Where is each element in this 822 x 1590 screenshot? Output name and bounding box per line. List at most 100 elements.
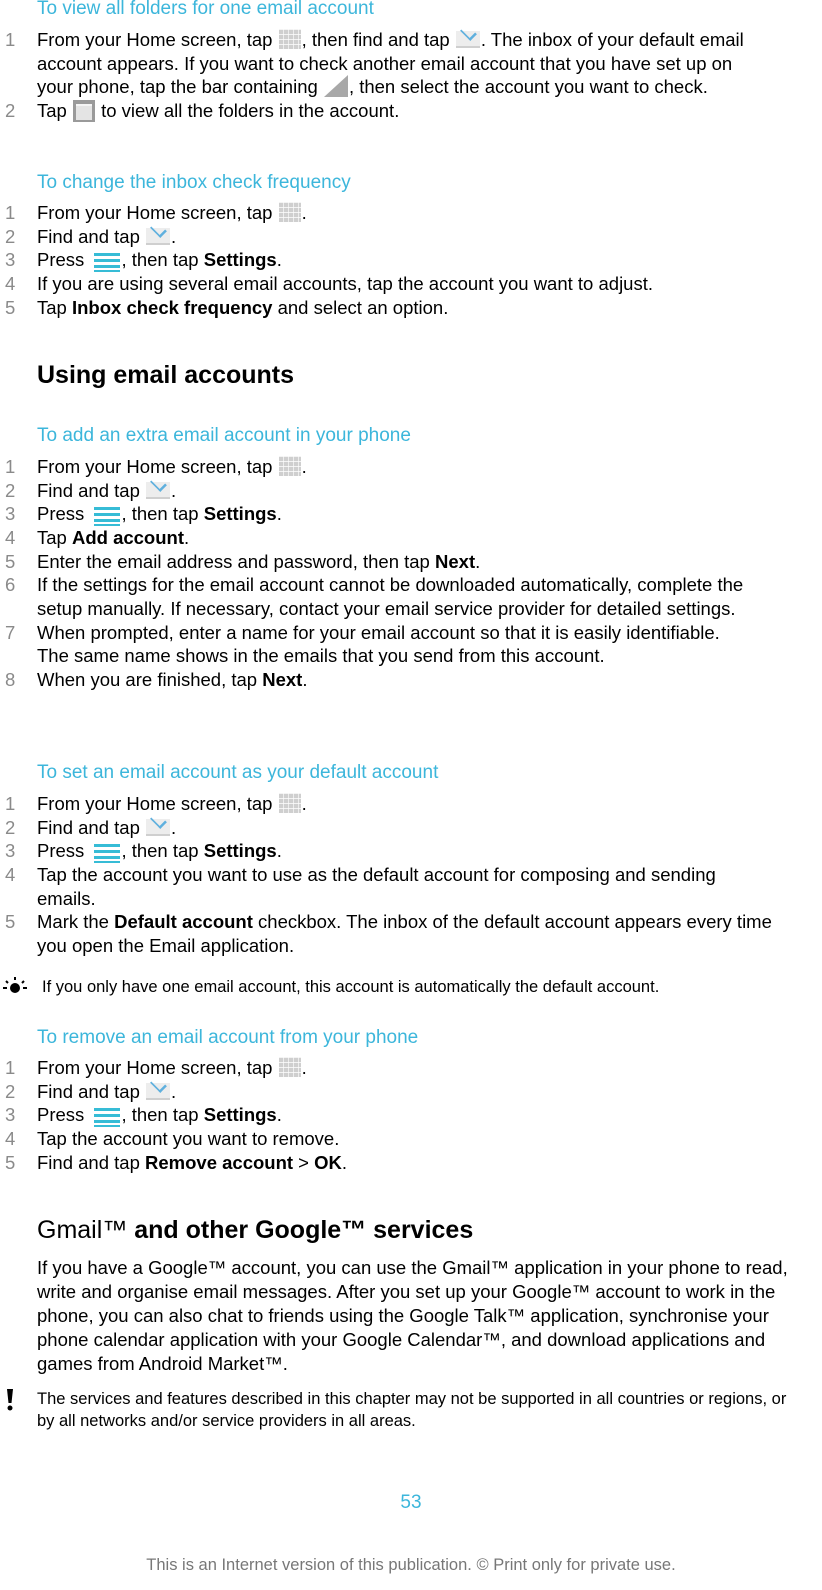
subheading-view-folders: To view all folders for one email accoun… (37, 0, 374, 19)
email-icon (146, 227, 170, 245)
step-number: 1 (5, 202, 16, 223)
step-text: . (301, 1057, 307, 1078)
menu-icon (90, 841, 121, 864)
step: 4 If you are using several email accounts… (0, 272, 777, 296)
step-text: Mark the (37, 911, 115, 933)
step-number: 2 (5, 479, 16, 501)
step-text: , then tap (121, 503, 204, 525)
steps-view-folders: 1 From your Home screen, tap , then find… (0, 28, 822, 122)
step-text: From your Home screen, tap (37, 793, 278, 814)
step-text: . (301, 793, 307, 814)
step-number: 2 (5, 816, 16, 838)
step-text: From your Home screen, tap (37, 1057, 278, 1078)
exclamation-warning-icon (7, 1389, 13, 1411)
step-number: 3 (5, 249, 16, 271)
step: 1 From your Home screen, tap . (0, 1056, 777, 1080)
step: 1 From your Home screen, tap . (0, 455, 777, 479)
apps-grid-icon (278, 1057, 301, 1077)
menu-icon (90, 504, 121, 527)
step: 4 Tap the account you want to use as the … (0, 863, 757, 910)
step-number: 3 (5, 1104, 16, 1126)
step-text: When you are finished, tap (37, 668, 263, 690)
step-text: Press (37, 249, 90, 271)
step-text: . (171, 479, 177, 501)
subheading-default-account: To set an email account as your default … (37, 762, 439, 783)
step-text: . (276, 503, 282, 525)
step: 7 When prompted, enter a name for your em… (0, 621, 737, 668)
warning-text: The services and features described in t… (37, 1390, 787, 1430)
steps-remove-account: 1 From your Home screen, tap . 2 Find and … (0, 1056, 822, 1174)
step-text: Tap (37, 296, 72, 318)
step-text: Press (37, 1104, 90, 1126)
step-number: 4 (5, 527, 16, 549)
step-number: 4 (5, 1128, 16, 1150)
step-text: > (293, 1151, 315, 1173)
step-text: . (184, 527, 190, 549)
step-text: Enter the email address and password, th… (37, 550, 435, 572)
step-text: . (276, 1104, 282, 1126)
step: 5 Find and tap Remove account > OK. (0, 1151, 777, 1175)
apps-grid-icon (278, 793, 301, 813)
step-number: 7 (5, 621, 16, 643)
subheading-add-account: To add an extra email account in your ph… (37, 425, 411, 446)
steps-default-account: 1 From your Home screen, tap . 2 Find and … (0, 792, 822, 958)
ui-term: Settings (203, 503, 277, 525)
section-heading-gmail: Gmail™ and other Google™ services (37, 1215, 473, 1245)
ui-term: Settings (203, 840, 277, 862)
step: 1 From your Home screen, tap . (0, 201, 777, 225)
step-text: . (301, 202, 307, 223)
step-text: , then find and tap (301, 29, 455, 50)
ui-term: Next (262, 668, 303, 690)
steps-add-account: 1 From your Home screen, tap . 2 Find and … (0, 455, 822, 691)
step: 5 Tap Inbox check frequency and select an… (0, 296, 777, 320)
step-text: to view all the folders in the account. (95, 99, 400, 121)
step-number: 5 (5, 550, 16, 572)
steps-check-frequency: 1 From your Home screen, tap . 2 Find and … (0, 201, 822, 319)
step-number: 2 (5, 225, 16, 247)
menu-icon (90, 1105, 121, 1128)
step: 3 Press , then tap Settings. (0, 839, 777, 864)
step-number: 2 (5, 1080, 16, 1102)
step: 2 Tap to view all the folders in the acc… (0, 99, 777, 123)
step-number: 1 (5, 456, 16, 477)
step-text: From your Home screen, tap (37, 456, 278, 477)
heading-part: Gmail™ (37, 1216, 128, 1244)
step: 3 Press , then tap Settings. (0, 248, 777, 273)
step-text: Tap (37, 99, 72, 121)
step-text: . (171, 1080, 177, 1102)
step-text: Find and tap (37, 816, 145, 838)
ui-term: Inbox check frequency (71, 296, 273, 318)
step: 6 If the settings for the email account c… (0, 573, 777, 620)
step: 2 Find and tap . (0, 225, 777, 249)
email-icon (146, 818, 170, 836)
step-number: 2 (5, 99, 16, 121)
folder-icon (72, 99, 95, 122)
step-text: . (475, 550, 481, 572)
step-text: Find and tap (37, 1080, 145, 1102)
step-number: 5 (5, 1151, 16, 1173)
apps-grid-icon (278, 202, 301, 222)
ui-term: Settings (203, 249, 277, 271)
step-text: Tap the account you want to remove. (37, 1128, 340, 1150)
step-text: . (276, 840, 282, 862)
step-text: , then tap (121, 249, 204, 271)
ui-term: Next (435, 550, 476, 572)
step: 1 From your Home screen, tap , then find… (0, 28, 772, 99)
ui-term: Add account (71, 527, 184, 549)
step-text: . (302, 668, 308, 690)
step: 2 Find and tap . (0, 1080, 777, 1104)
step-text: Press (37, 840, 90, 862)
step: 2 Find and tap . (0, 479, 777, 503)
step-number: 3 (5, 503, 16, 525)
step-text: When prompted, enter a name for your ema… (37, 621, 720, 667)
step: 4 Tap Add account. (0, 526, 777, 550)
step-number: 8 (5, 668, 16, 690)
subheading-remove-account: To remove an email account from your pho… (37, 1027, 419, 1048)
step-number: 1 (5, 793, 16, 814)
step: 5 Mark the Default account checkbox. The … (0, 910, 782, 957)
step-number: 6 (5, 574, 16, 596)
step: 8 When you are finished, tap Next. (0, 668, 777, 692)
apps-grid-icon (278, 456, 301, 476)
step: 1 From your Home screen, tap . (0, 792, 777, 816)
email-icon (146, 1082, 170, 1100)
